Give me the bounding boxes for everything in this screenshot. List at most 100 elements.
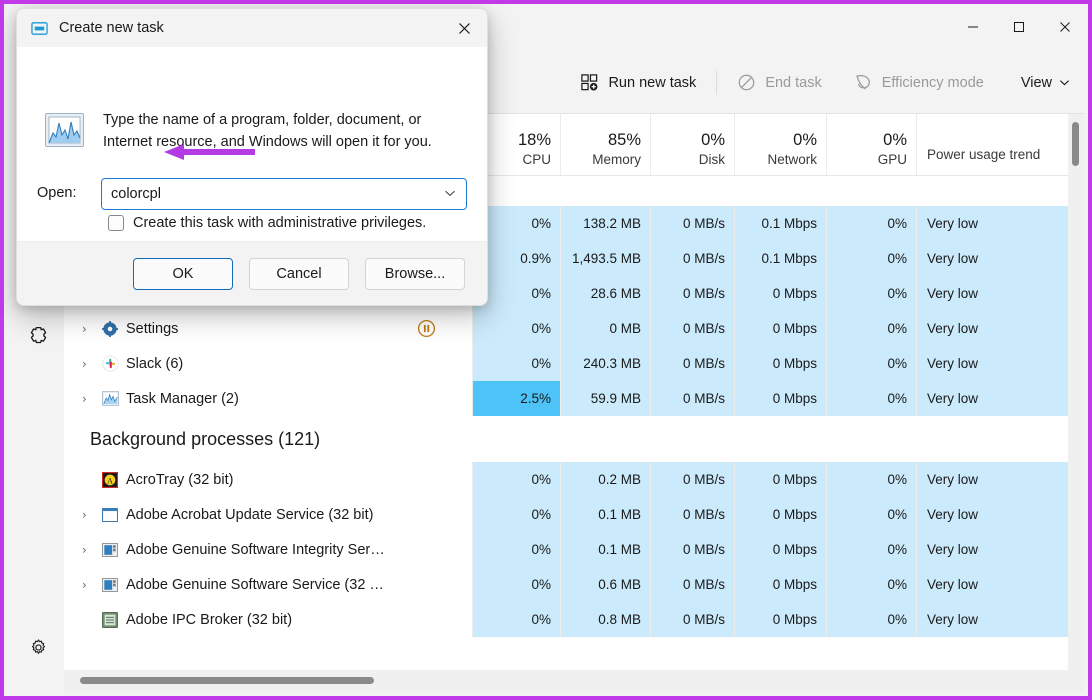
- column-header-disk[interactable]: 0% Disk: [650, 114, 734, 175]
- table-row[interactable]: ›Slack (6)0%240.3 MB0 MB/s0 Mbps0%Very l…: [64, 346, 1084, 381]
- table-row[interactable]: AAcroTray (32 bit)0%0.2 MB0 MB/s0 Mbps0%…: [64, 462, 1084, 497]
- process-name: Adobe Genuine Software Service (32 …: [126, 577, 384, 593]
- process-name-cell[interactable]: ›Task Manager (2): [64, 381, 472, 416]
- settings-gear-icon: [102, 321, 126, 337]
- table-row[interactable]: ›Task Manager (2)2.5%59.9 MB0 MB/s0 Mbps…: [64, 381, 1084, 416]
- cancel-button[interactable]: Cancel: [249, 258, 349, 290]
- chevron-down-icon[interactable]: [444, 187, 456, 202]
- horizontal-scrollbar-thumb[interactable]: [80, 677, 374, 684]
- end-task-label: End task: [765, 75, 821, 91]
- toolbar-divider: [716, 71, 717, 95]
- gear-icon: [29, 638, 48, 657]
- admin-privileges-row[interactable]: Create this task with administrative pri…: [108, 215, 426, 231]
- leaf-icon: [854, 73, 873, 92]
- process-name-cell[interactable]: ›Slack (6): [64, 346, 472, 381]
- process-name-cell[interactable]: ›Adobe Acrobat Update Service (32 bit): [64, 497, 472, 532]
- close-icon: [1059, 21, 1071, 33]
- expand-chevron-icon[interactable]: ›: [82, 543, 102, 557]
- run-new-task-button[interactable]: Run new task: [569, 66, 707, 100]
- expand-chevron-icon[interactable]: ›: [82, 357, 102, 371]
- process-name-cell[interactable]: Adobe IPC Broker (32 bit): [64, 602, 472, 637]
- dialog-title: Create new task: [59, 20, 164, 36]
- cell-cpu: 0%: [472, 602, 560, 637]
- sidebar-item-settings[interactable]: [16, 628, 60, 666]
- adobe-ipc-icon: [102, 612, 126, 628]
- maximize-button[interactable]: [996, 4, 1042, 50]
- group-title: Background processes (121): [64, 429, 320, 450]
- column-header-power[interactable]: Power usage trend: [916, 114, 1068, 175]
- end-task-button[interactable]: End task: [726, 66, 832, 100]
- table-row[interactable]: Adobe IPC Broker (32 bit)0%0.8 MB0 MB/s0…: [64, 602, 1084, 637]
- cell-power: Very low: [916, 567, 1084, 602]
- table-row[interactable]: ›Adobe Genuine Software Integrity Ser…0%…: [64, 532, 1084, 567]
- cell-gpu: 0%: [826, 206, 916, 241]
- cell-gpu: 0%: [826, 241, 916, 276]
- power-label: Power usage trend: [927, 147, 1040, 162]
- cell-power: Very low: [916, 241, 1084, 276]
- adobe-service-icon: [102, 578, 126, 592]
- column-header-gpu[interactable]: 0% GPU: [826, 114, 916, 175]
- window-icon: [31, 20, 48, 37]
- process-name-cell[interactable]: ›Settings: [64, 311, 472, 346]
- horizontal-scrollbar[interactable]: [64, 670, 1084, 692]
- cell-gpu: 0%: [826, 381, 916, 416]
- efficiency-mode-label: Efficiency mode: [882, 75, 984, 91]
- cell-memory: 59.9 MB: [560, 381, 650, 416]
- process-name-cell[interactable]: › Adobe Genuine Software Service (32 …: [64, 567, 472, 602]
- cell-gpu: 0%: [826, 346, 916, 381]
- cell-gpu: 0%: [826, 311, 916, 346]
- open-combobox[interactable]: colorcpl: [101, 178, 467, 210]
- cell-cpu: 2.5%: [472, 381, 560, 416]
- view-label: View: [1021, 75, 1052, 91]
- minimize-button[interactable]: [950, 4, 996, 50]
- column-header-memory[interactable]: 85% Memory: [560, 114, 650, 175]
- expand-chevron-icon[interactable]: ›: [82, 578, 102, 592]
- svg-text:A: A: [107, 476, 113, 485]
- column-header-network[interactable]: 0% Network: [734, 114, 826, 175]
- view-button[interactable]: View: [1021, 75, 1070, 91]
- cell-network: 0 Mbps: [734, 276, 826, 311]
- admin-privileges-checkbox[interactable]: [108, 215, 124, 231]
- table-row[interactable]: ›Adobe Acrobat Update Service (32 bit)0%…: [64, 497, 1084, 532]
- disk-label: Disk: [699, 152, 725, 167]
- cell-power: Very low: [916, 346, 1084, 381]
- cell-network: 0 Mbps: [734, 602, 826, 637]
- process-group-header[interactable]: Background processes (121): [64, 416, 1084, 462]
- process-name-cell[interactable]: AAcroTray (32 bit): [64, 462, 472, 497]
- browse-button[interactable]: Browse...: [365, 258, 465, 290]
- cell-gpu: 0%: [826, 602, 916, 637]
- close-button[interactable]: [1042, 4, 1088, 50]
- cell-network: 0 Mbps: [734, 346, 826, 381]
- sidebar-item-performance[interactable]: [16, 316, 60, 354]
- dialog-close-button[interactable]: [441, 9, 487, 47]
- cell-power: Very low: [916, 381, 1084, 416]
- process-name-cell[interactable]: › Adobe Genuine Software Integrity Ser…: [64, 532, 472, 567]
- vertical-scrollbar[interactable]: [1068, 114, 1084, 670]
- table-row[interactable]: ›Settings0%0 MB0 MB/s0 Mbps0%Very low: [64, 311, 1084, 346]
- window-controls: [950, 4, 1088, 50]
- dialog-description: Type the name of a program, folder, docu…: [103, 109, 453, 154]
- cpu-total-value: 18%: [518, 132, 551, 149]
- annotation-arrow: [164, 143, 274, 161]
- expand-chevron-icon[interactable]: ›: [82, 392, 102, 406]
- add-window-icon: [580, 73, 599, 92]
- expand-chevron-icon[interactable]: ›: [82, 322, 102, 336]
- acrotray-icon: A: [102, 472, 126, 488]
- memory-label: Memory: [592, 152, 641, 167]
- cell-disk: 0 MB/s: [650, 532, 734, 567]
- cell-disk: 0 MB/s: [650, 206, 734, 241]
- table-row[interactable]: ›Adobe Genuine Software Service (32 …0%0…: [64, 567, 1084, 602]
- vertical-scrollbar-thumb[interactable]: [1072, 122, 1079, 166]
- cell-power: Very low: [916, 602, 1084, 637]
- ok-button[interactable]: OK: [133, 258, 233, 290]
- dialog-titlebar: Create new task: [17, 9, 487, 47]
- cell-memory: 0 MB: [560, 311, 650, 346]
- efficiency-mode-button[interactable]: Efficiency mode: [843, 66, 995, 100]
- expand-chevron-icon[interactable]: ›: [82, 508, 102, 522]
- dialog-footer: OK Cancel Browse...: [17, 241, 487, 305]
- cell-memory: 138.2 MB: [560, 206, 650, 241]
- cell-memory: 0.6 MB: [560, 567, 650, 602]
- process-name: Adobe Genuine Software Integrity Ser…: [126, 542, 385, 558]
- cell-memory: 0.1 MB: [560, 497, 650, 532]
- suspended-pause-icon: [417, 319, 436, 343]
